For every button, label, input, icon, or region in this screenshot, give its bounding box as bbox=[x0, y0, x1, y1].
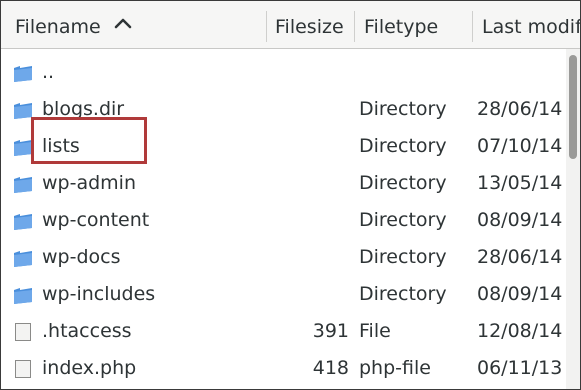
column-header-filetype[interactable]: Filetype bbox=[364, 1, 464, 48]
file-modified-date: 08/09/14 bbox=[477, 209, 563, 231]
file-modified-date: 13/05/14 bbox=[477, 172, 563, 194]
file-list: .. blogs.dir Directory 28/06/14 lists Directo… bbox=[1, 49, 566, 389]
file-name: wp-admin bbox=[42, 172, 136, 194]
column-separator[interactable] bbox=[354, 11, 355, 42]
file-type: php-file bbox=[359, 357, 431, 379]
folder-icon bbox=[14, 214, 32, 230]
file-row[interactable]: wp-admin Directory 13/05/14 bbox=[1, 165, 566, 202]
file-modified-date: 07/10/14 bbox=[477, 135, 563, 157]
file-name: wp-includes bbox=[42, 283, 156, 305]
file-row[interactable]: blogs.dir Directory 28/06/14 bbox=[1, 91, 566, 128]
column-separator[interactable] bbox=[472, 11, 473, 42]
file-size bbox=[261, 54, 349, 91]
file-type: Directory bbox=[359, 209, 447, 231]
file-type: File bbox=[359, 320, 391, 342]
column-header-filesize[interactable]: Filesize bbox=[275, 1, 351, 48]
file-type bbox=[359, 54, 469, 91]
file-row[interactable]: wp-includes Directory 08/09/14 bbox=[1, 276, 566, 313]
file-name: lists bbox=[42, 135, 80, 157]
file-size bbox=[261, 239, 349, 276]
file-row[interactable]: .. bbox=[1, 54, 566, 91]
file-icon bbox=[15, 360, 31, 378]
file-size bbox=[261, 128, 349, 165]
folder-icon bbox=[14, 251, 32, 267]
file-icon bbox=[15, 323, 31, 341]
file-name: wp-content bbox=[42, 209, 150, 231]
folder-icon bbox=[14, 66, 32, 82]
file-row[interactable]: wp-docs Directory 28/06/14 bbox=[1, 239, 566, 276]
column-header-filename[interactable]: Filename bbox=[15, 1, 115, 48]
file-type: Directory bbox=[359, 98, 447, 120]
column-header-bar: Filename Filesize Filetype Last modifi bbox=[1, 1, 580, 49]
file-type: Directory bbox=[359, 246, 447, 268]
folder-icon bbox=[14, 288, 32, 304]
file-modified-date: 28/06/14 bbox=[477, 98, 563, 120]
file-row[interactable]: .htaccess 391 File 12/08/14 bbox=[1, 313, 566, 350]
file-name: .htaccess bbox=[42, 320, 132, 342]
file-row[interactable]: lists Directory 07/10/14 bbox=[1, 128, 566, 165]
file-modified-date: 06/11/13 bbox=[477, 357, 563, 379]
folder-icon bbox=[14, 103, 32, 119]
file-modified-date: 08/09/14 bbox=[477, 283, 563, 305]
file-row[interactable]: index.php 418 php-file 06/11/13 bbox=[1, 350, 566, 387]
file-row[interactable]: wp-content Directory 08/09/14 bbox=[1, 202, 566, 239]
file-size bbox=[261, 165, 349, 202]
sort-ascending-icon[interactable] bbox=[113, 17, 133, 29]
file-name: wp-docs bbox=[42, 246, 121, 268]
column-header-last-modified[interactable]: Last modifi bbox=[482, 1, 580, 48]
file-size: 391 bbox=[312, 320, 349, 342]
file-modified-date bbox=[477, 54, 572, 91]
file-type: Directory bbox=[359, 283, 447, 305]
folder-icon bbox=[14, 177, 32, 193]
file-name: blogs.dir bbox=[42, 98, 125, 120]
file-name: .. bbox=[42, 61, 55, 83]
file-list-panel: Filename Filesize Filetype Last modifi .… bbox=[0, 0, 581, 390]
file-size bbox=[261, 276, 349, 313]
file-modified-date: 28/06/14 bbox=[477, 246, 563, 268]
file-size bbox=[261, 91, 349, 128]
file-modified-date: 12/08/14 bbox=[477, 320, 563, 342]
file-name: index.php bbox=[42, 357, 137, 379]
file-size: 418 bbox=[312, 357, 349, 379]
column-separator[interactable] bbox=[266, 11, 267, 42]
vertical-scrollbar[interactable] bbox=[566, 49, 580, 389]
file-type: Directory bbox=[359, 135, 447, 157]
folder-icon bbox=[14, 140, 32, 156]
file-size bbox=[261, 202, 349, 239]
file-type: Directory bbox=[359, 172, 447, 194]
scrollbar-thumb[interactable] bbox=[569, 55, 577, 159]
